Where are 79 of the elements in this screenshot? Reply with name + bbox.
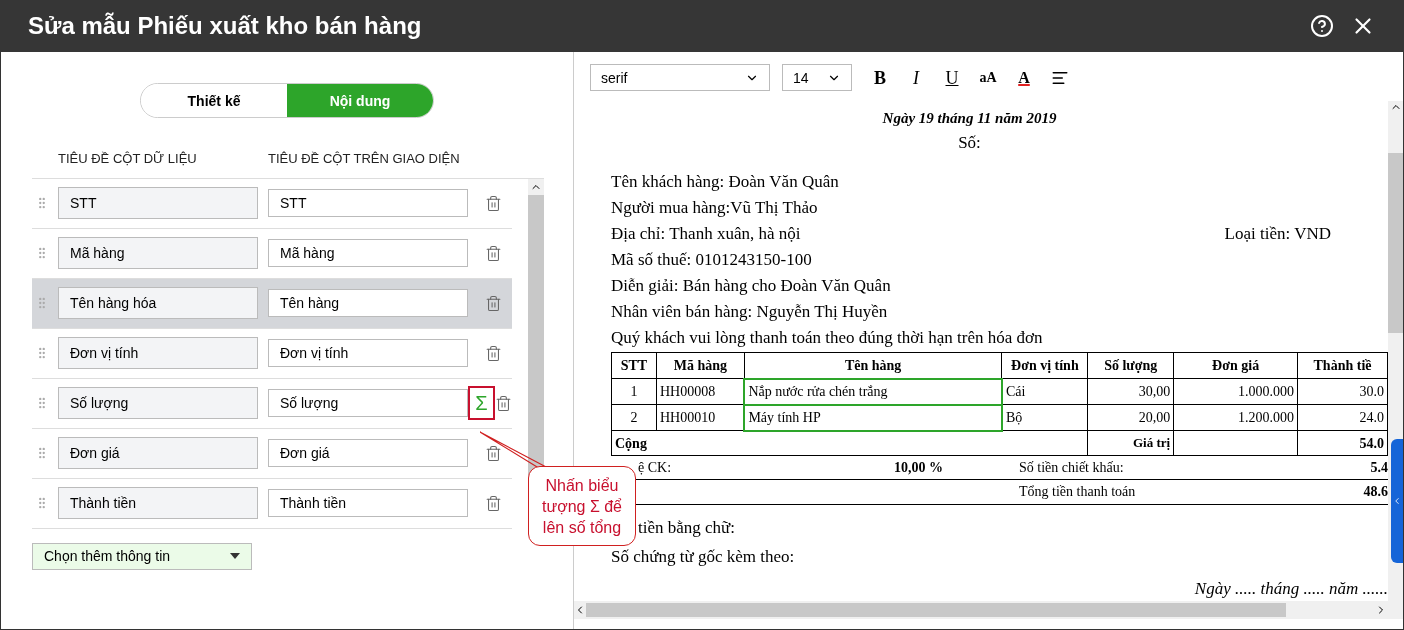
table-cell: 24.0 xyxy=(1297,404,1388,431)
table-header-cell: Đơn giá xyxy=(1173,352,1298,379)
discount-amount-label: Số tiền chiết khấu: xyxy=(1019,459,1125,478)
table-header-cell: Số lượng xyxy=(1087,352,1174,379)
currency-label: Loại tiền: VND xyxy=(1224,223,1331,245)
table-header-cell: Đơn vị tính xyxy=(1001,352,1088,379)
source-field: STT xyxy=(58,187,258,219)
column-row[interactable]: Tên hàng hóa Tên hàng xyxy=(32,278,512,329)
display-field[interactable]: Đơn giá xyxy=(268,439,468,467)
source-field: Tên hàng hóa xyxy=(58,287,258,319)
source-field: Đơn vị tính xyxy=(58,337,258,369)
discount-amount: 5.4 xyxy=(1370,459,1388,478)
trash-icon[interactable] xyxy=(485,344,502,362)
display-field[interactable]: Tên hàng xyxy=(268,289,468,317)
grand-total-value: 48.6 xyxy=(1363,483,1388,502)
italic-button[interactable]: I xyxy=(900,61,932,94)
table-cell: Máy tính HP xyxy=(744,404,1002,431)
trash-icon[interactable] xyxy=(485,444,502,462)
source-field: Thành tiền xyxy=(58,487,258,519)
display-field[interactable]: Mã hàng xyxy=(268,239,468,267)
table-cell: Giá trị xyxy=(1087,430,1174,456)
column-heading: TIÊU ĐỀ CỘT TRÊN GIAO DIỆN xyxy=(268,150,460,168)
trash-icon[interactable] xyxy=(485,294,502,312)
table-cell: 30,00 xyxy=(1087,378,1174,405)
attachments-line: Số chứng từ gốc kèm theo: xyxy=(611,546,796,568)
caret-icon xyxy=(230,553,240,559)
display-field[interactable]: STT xyxy=(268,189,468,217)
source-field: Số lượng xyxy=(58,387,258,419)
window-title: Sửa mẫu Phiếu xuất kho bán hàng xyxy=(28,11,423,41)
column-heading: TIÊU ĐỀ CỘT DỮ LIỆU xyxy=(58,150,198,168)
display-field[interactable]: Đơn vị tính xyxy=(268,339,468,367)
text-color-button[interactable]: A xyxy=(1008,61,1040,94)
display-field[interactable]: Thành tiền xyxy=(268,489,468,517)
table-cell: 30.0 xyxy=(1297,378,1388,405)
size-select[interactable]: 14 xyxy=(782,64,852,91)
trash-icon[interactable] xyxy=(485,244,502,262)
source-field: Mã hàng xyxy=(58,237,258,269)
table-cell: 2 xyxy=(611,404,657,431)
display-field[interactable]: Số lượng xyxy=(268,389,468,417)
table-cell: 20,00 xyxy=(1087,404,1174,431)
trash-icon[interactable] xyxy=(485,494,502,512)
discount-rate: 10,00 % xyxy=(893,459,943,478)
table-cell: 1 xyxy=(611,378,657,405)
table-cell: 1.200.000 xyxy=(1173,404,1298,431)
document-line: Tên khách hàng: Đoàn Văn Quân xyxy=(611,171,840,193)
callout: Nhấn biểu tượng Σ để lên số tổng xyxy=(528,466,636,546)
signature-date: Ngày ..... tháng ..... năm ...... xyxy=(1194,577,1388,600)
document-line: Diễn giải: Bán hàng cho Đoàn Văn Quân xyxy=(611,275,892,297)
document-line: Người mua hàng:Vũ Thị Thảo xyxy=(611,197,819,219)
grand-total-label: Tổng tiền thanh toán xyxy=(1019,483,1137,502)
bold-button[interactable]: B xyxy=(864,61,896,94)
vertical-scrollbar[interactable] xyxy=(1388,101,1403,601)
horizontal-scrollbar[interactable] xyxy=(574,601,1403,619)
document-line: Quý khách vui lòng thanh toán theo đúng thời hạn trên hóa đơn xyxy=(611,327,1044,349)
help-icon[interactable] xyxy=(1310,14,1334,38)
table-cell: 54.0 xyxy=(1297,430,1388,456)
discount-rate-label: ệ CK: xyxy=(637,459,673,478)
document-line: Mã số thuế: 0101243150-100 xyxy=(611,249,813,271)
table-cell: 1.000.000 xyxy=(1173,378,1298,405)
document-line: Nhân viên bán hàng: Nguyễn Thị Huyền xyxy=(611,301,889,323)
table-header-cell: STT xyxy=(611,352,657,379)
document-number: Số: xyxy=(958,131,981,154)
add-info-dropdown[interactable]: Chọn thêm thông tin xyxy=(32,542,252,570)
document-line: Địa chỉ: Thanh xuân, hà nội xyxy=(611,223,802,245)
underline-button[interactable]: U xyxy=(936,61,968,94)
chevron-left-icon xyxy=(1392,496,1402,506)
document-date: Ngày 19 tháng 11 năm 2019 xyxy=(882,109,1057,128)
table-cell: Bộ xyxy=(1001,404,1088,431)
font-case-button[interactable]: aA xyxy=(972,61,1004,94)
table-header-cell: Tên hàng xyxy=(744,352,1002,379)
table-header-cell: Mã hàng xyxy=(656,352,745,379)
table-cell: Nắp nước rửa chén trắng xyxy=(744,378,1002,405)
font-select[interactable]: serif xyxy=(590,64,770,91)
trash-icon[interactable] xyxy=(495,394,512,412)
table-cell: Cộng xyxy=(611,430,1088,456)
trash-icon[interactable] xyxy=(485,194,502,212)
source-field: Đơn giá xyxy=(58,437,258,469)
table-cell: Cái xyxy=(1001,378,1088,405)
table-header-cell: Thành tiề xyxy=(1297,352,1388,379)
